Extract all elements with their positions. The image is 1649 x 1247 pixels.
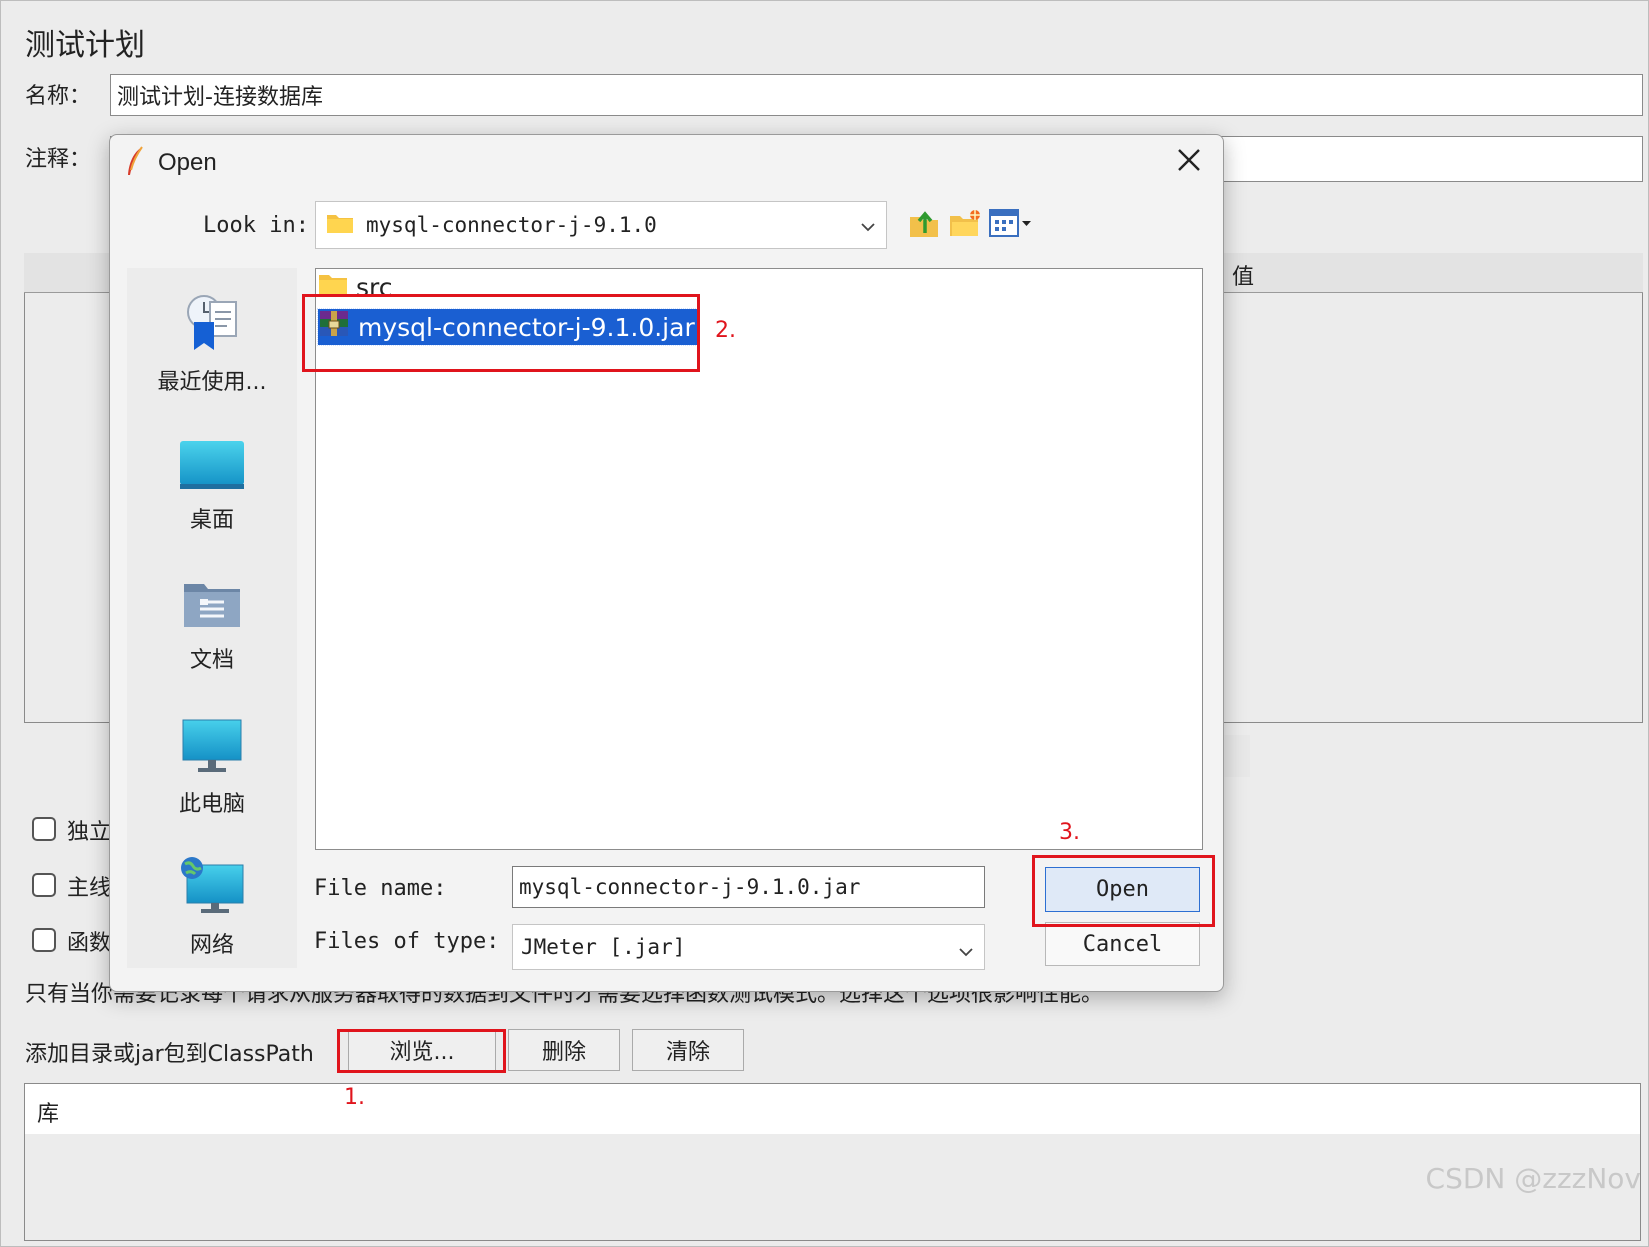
place-computer[interactable]: 此电脑 (127, 718, 297, 818)
annotation-box-2 (302, 294, 700, 372)
main-thread-checkbox[interactable] (32, 873, 56, 897)
up-folder-icon (908, 207, 940, 243)
place-recent-label: 最近使用... (157, 370, 267, 395)
classpath-label: 添加目录或jar包到ClassPath (25, 1042, 314, 1067)
close-button[interactable] (1164, 142, 1214, 182)
library-table-header (25, 1084, 1640, 1134)
functional-mode-checkbox-label: 函数 (67, 931, 112, 956)
independent-checkbox-label: 独立 (67, 820, 112, 845)
functional-mode-checkbox[interactable] (32, 928, 56, 952)
view-menu-button[interactable] (988, 207, 1034, 243)
file-name-label: File name: (314, 876, 447, 901)
independent-checkbox[interactable] (32, 817, 56, 841)
library-header-label: 库 (37, 1102, 60, 1127)
comment-label: 注释： (25, 147, 92, 172)
view-menu-icon (988, 208, 1034, 242)
watermark: CSDN @zzzNov (1425, 1162, 1641, 1195)
network-icon (179, 857, 245, 921)
annotation-label-1: 1. (344, 1085, 365, 1110)
up-folder-button[interactable] (906, 207, 942, 243)
recent-icon (180, 295, 244, 358)
file-type-label: Files of type: (314, 929, 500, 954)
dialog-titlebar[interactable] (110, 135, 1223, 191)
chevron-down-icon (958, 939, 974, 963)
annotation-box-3 (1032, 855, 1215, 927)
main-thread-checkbox-label: 主线 (67, 876, 112, 901)
new-folder-icon (948, 208, 982, 242)
place-recent[interactable]: 最近使用... (127, 292, 297, 396)
hint-start: 只有当你 (25, 982, 114, 1007)
place-computer-label: 此电脑 (178, 792, 245, 817)
desktop-icon (179, 441, 245, 496)
delete-button[interactable]: 删除 (508, 1029, 620, 1071)
look-in-label: Look in: (203, 213, 309, 238)
place-documents[interactable]: 文档 (127, 580, 297, 674)
clear-button[interactable]: 清除 (632, 1029, 744, 1071)
close-icon (1177, 148, 1201, 176)
name-label: 名称： (25, 84, 92, 109)
folder-icon (326, 212, 354, 239)
place-desktop-label: 桌面 (189, 508, 234, 533)
file-type-combo[interactable]: JMeter [.jar] (512, 924, 985, 970)
place-documents-label: 文档 (189, 648, 234, 673)
value-column-header[interactable]: 值 (1232, 259, 1254, 291)
annotation-label-3: 3. (1059, 820, 1080, 845)
dialog-title: Open (158, 149, 217, 176)
place-network-label: 网络 (189, 933, 234, 958)
look-in-value: mysql-connector-j-9.1.0 (366, 213, 657, 237)
place-network[interactable]: 网络 (127, 855, 297, 959)
annotation-box-1 (337, 1029, 506, 1073)
name-input[interactable]: 测试计划-连接数据库 (110, 74, 1643, 116)
page-title: 测试计划 (25, 28, 145, 63)
chevron-down-icon (860, 214, 876, 238)
annotation-label-2: 2. (715, 318, 736, 343)
feather-icon (124, 146, 146, 182)
cancel-button[interactable]: Cancel (1045, 922, 1200, 966)
look-in-combo[interactable]: mysql-connector-j-9.1.0 (315, 201, 887, 249)
file-name-input[interactable]: mysql-connector-j-9.1.0.jar (512, 866, 985, 908)
new-folder-button[interactable] (947, 207, 983, 243)
file-type-value: JMeter [.jar] (521, 935, 686, 959)
computer-icon (181, 719, 243, 780)
place-desktop[interactable]: 桌面 (127, 440, 297, 534)
documents-icon (182, 584, 242, 636)
